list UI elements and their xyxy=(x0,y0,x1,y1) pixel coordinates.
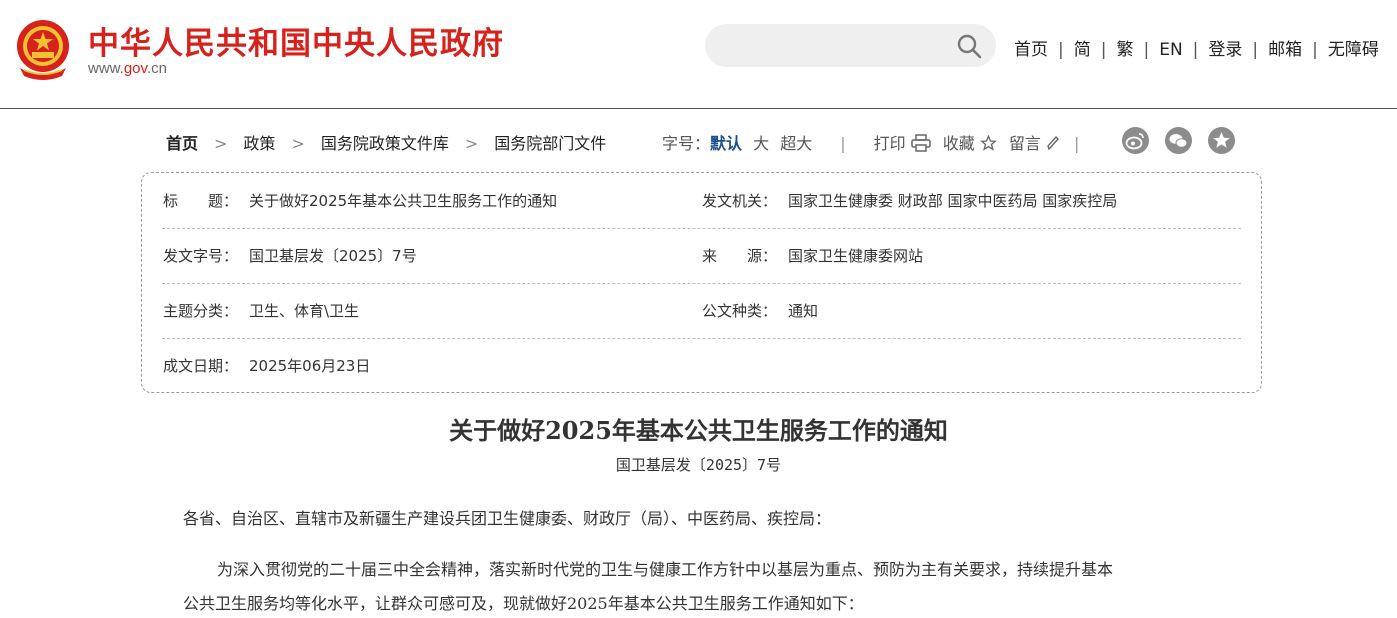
source-label: 来 源： xyxy=(702,247,778,265)
chevron-right-icon: > xyxy=(464,134,479,153)
font-size-xlarge[interactable]: 超大 xyxy=(780,134,812,153)
favorite-button[interactable]: 收藏 xyxy=(943,134,975,153)
source-value: 国家卫生健康委网站 xyxy=(788,247,924,265)
nav-accessibility[interactable]: 无障碍 xyxy=(1328,40,1379,60)
document-info-table: 标 题： 关于做好2025年基本公共卫生服务工作的通知 发文机关： 国家卫生健康… xyxy=(141,172,1262,393)
nav-separator: | xyxy=(1252,40,1259,60)
issuer-label: 发文机关： xyxy=(702,192,778,210)
search-input[interactable] xyxy=(723,32,947,60)
chevron-right-icon: > xyxy=(214,134,228,153)
article-doc-number: 国卫基层发〔2025〕7号 xyxy=(615,456,782,474)
breadcrumb-home[interactable]: 首页 xyxy=(166,134,198,153)
url-prefix: www. xyxy=(88,60,124,77)
breadcrumb-policy[interactable]: 政策 xyxy=(243,134,275,153)
nav-english[interactable]: EN xyxy=(1159,40,1182,60)
font-size-default[interactable]: 默认 xyxy=(710,134,742,153)
printer-icon[interactable] xyxy=(911,134,931,152)
site-url: www.gov.cn xyxy=(88,60,167,77)
article-title: 关于做好2025年基本公共卫生服务工作的通知 xyxy=(449,416,948,445)
breadcrumb: 首页 > 政策 > 国务院政策文件库 > 国务院部门文件 xyxy=(166,130,606,154)
docno-label: 发文字号： xyxy=(163,247,239,265)
type-value: 通知 xyxy=(788,302,819,320)
page-tools: 字号：默认 大 超大 | 打印 收藏 留言 | xyxy=(662,130,1093,154)
article-salutation: 各省、自治区、直辖市及新疆生产建设兵团卫生健康委、财政厅（局）、中医药局、疾控局… xyxy=(183,509,832,528)
star-icon[interactable] xyxy=(979,134,997,151)
nav-traditional[interactable]: 繁 xyxy=(1116,40,1133,60)
article-paragraph-line: 公共卫生服务均等化水平，让群众可感可及，现就做好2025年基本公共卫生服务工作通… xyxy=(183,594,864,613)
star-share-icon[interactable] xyxy=(1208,127,1235,154)
nav-separator: | xyxy=(1192,40,1199,60)
wechat-icon[interactable] xyxy=(1165,127,1192,154)
nav-login[interactable]: 登录 xyxy=(1208,40,1242,60)
breadcrumb-department-docs[interactable]: 国务院部门文件 xyxy=(494,134,606,153)
info-row: 发文字号： 国卫基层发〔2025〕7号 来 源： 国家卫生健康委网站 xyxy=(162,228,1241,284)
nav-separator: | xyxy=(1100,40,1107,60)
top-navigation: 首页 | 简 | 繁 | EN | 登录 | 邮箱 | 无障碍 xyxy=(1014,35,1379,60)
pencil-icon[interactable] xyxy=(1046,135,1060,151)
font-size-label: 字号： xyxy=(662,134,711,153)
date-value: 2025年06月23日 xyxy=(249,357,371,375)
breadcrumb-policy-library[interactable]: 国务院政策文件库 xyxy=(321,134,449,153)
nav-mail[interactable]: 邮箱 xyxy=(1268,40,1302,60)
topic-value: 卫生、体育\卫生 xyxy=(249,302,360,320)
search-box[interactable] xyxy=(705,24,996,67)
nav-simplified[interactable]: 简 xyxy=(1074,40,1091,60)
title-value: 关于做好2025年基本公共卫生服务工作的通知 xyxy=(249,192,558,210)
tool-separator: | xyxy=(840,134,846,153)
issuer-value: 国家卫生健康委 财政部 国家中医药局 国家疾控局 xyxy=(788,192,1118,210)
chevron-right-icon: > xyxy=(291,134,305,153)
nav-separator: | xyxy=(1312,40,1318,60)
site-title[interactable]: 中华人民共和国中央人民政府 xyxy=(88,18,504,63)
national-emblem-logo[interactable] xyxy=(14,18,72,80)
date-label: 成文日期： xyxy=(163,357,239,375)
topic-label: 主题分类： xyxy=(163,302,239,320)
url-suffix: .cn xyxy=(146,60,167,77)
docno-value: 国卫基层发〔2025〕7号 xyxy=(249,247,417,265)
nav-separator: | xyxy=(1058,40,1064,60)
info-row: 标 题： 关于做好2025年基本公共卫生服务工作的通知 发文机关： 国家卫生健康… xyxy=(162,173,1241,229)
search-icon[interactable] xyxy=(956,33,982,59)
info-row: 主题分类： 卫生、体育\卫生 公文种类： 通知 xyxy=(162,283,1241,339)
print-button[interactable]: 打印 xyxy=(874,134,906,153)
info-row: 成文日期： 2025年06月23日 xyxy=(162,338,1241,393)
weibo-icon[interactable] xyxy=(1122,127,1149,154)
url-domain: gov xyxy=(123,60,147,77)
site-header: 中华人民共和国中央人民政府 www.gov.cn 首页 | 简 | 繁 | EN | 登录 | 邮箱… xyxy=(0,0,1397,109)
type-label: 公文种类： xyxy=(702,302,778,320)
title-label: 标 题： xyxy=(163,192,239,210)
nav-separator: | xyxy=(1143,40,1150,60)
tool-separator: | xyxy=(1073,134,1080,153)
nav-home[interactable]: 首页 xyxy=(1014,40,1048,60)
article-paragraph-line: 为深入贯彻党的二十届三中全会精神，落实新时代党的卫生与健康工作方针中以基层为重点… xyxy=(217,560,1114,579)
comment-button[interactable]: 留言 xyxy=(1009,134,1041,153)
font-size-large[interactable]: 大 xyxy=(753,134,769,153)
